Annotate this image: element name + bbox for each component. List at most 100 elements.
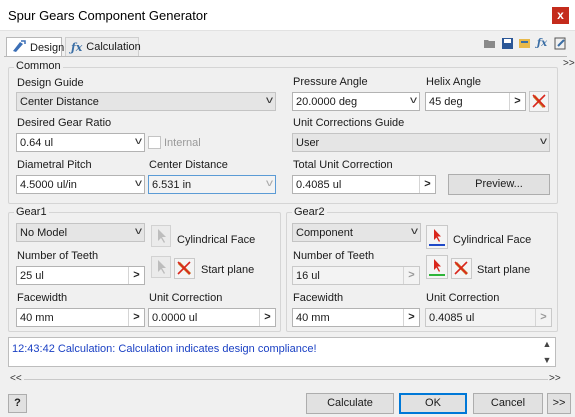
diametral-pitch-value: 4.5000 ul/in [20, 178, 77, 191]
gear1-cylindrical-face-label: Cylindrical Face [177, 234, 256, 246]
arrow-right-icon[interactable]: > [419, 176, 435, 193]
gear1-cylindrical-face-button[interactable] [151, 225, 171, 247]
total-unit-correction-field[interactable]: 0.4085 ul > [292, 175, 436, 194]
design-guide-label: Design Guide [17, 77, 84, 89]
diametral-pitch-field[interactable]: 4.5000 ul/in v [16, 175, 145, 194]
divider [24, 379, 548, 380]
unit-corrections-guide-label: Unit Corrections Guide [293, 117, 405, 129]
gear1-start-plane-select-button[interactable] [151, 256, 171, 278]
tab-design-label: Design [30, 41, 65, 54]
pressure-angle-label: Pressure Angle [293, 76, 368, 88]
options-icon[interactable] [517, 37, 531, 50]
fx-icon[interactable]: ƒx [535, 37, 549, 50]
arrow-right-icon[interactable]: > [128, 267, 144, 284]
help-button[interactable]: ? [8, 394, 27, 413]
calculate-button[interactable]: Calculate [306, 393, 394, 414]
total-unit-correction-value: 0.4085 ul [296, 178, 342, 191]
expand-right-arrow[interactable]: >> [563, 58, 575, 69]
gear1-number-of-teeth-value: 25 ul [20, 269, 44, 282]
gear2-cylindrical-face-button[interactable] [426, 225, 448, 249]
open-folder-icon[interactable] [483, 37, 497, 50]
gear2-number-of-teeth-label: Number of Teeth [293, 250, 375, 262]
center-distance-label: Center Distance [149, 159, 228, 171]
gear2-facewidth-value: 40 mm [296, 311, 330, 324]
arrow-right-icon[interactable]: > [403, 309, 419, 326]
pressure-angle-field[interactable]: 20.0000 deg v [292, 92, 420, 111]
gear1-start-plane-label: Start plane [201, 264, 255, 276]
gear-design-icon [12, 40, 26, 55]
status-message: 12:43:42 Calculation: Calculation indica… [8, 337, 556, 367]
arrow-right-icon[interactable]: > [509, 93, 525, 110]
gear2-facewidth-label: Facewidth [293, 292, 344, 304]
status-message-text: 12:43:42 Calculation: Calculation indica… [12, 343, 317, 355]
arrow-right-icon[interactable]: > [128, 309, 144, 326]
gear1-flip-button[interactable] [174, 258, 195, 279]
unit-corrections-guide-select[interactable]: User v [292, 133, 550, 152]
gear2-cylindrical-face-label: Cylindrical Face [453, 234, 532, 246]
cancel-button[interactable]: Cancel [473, 393, 543, 414]
gear2-model-select[interactable]: Component v [292, 223, 421, 242]
gear1-facewidth-value: 40 mm [20, 311, 54, 324]
gear1-number-of-teeth-field[interactable]: 25 ul > [16, 266, 145, 285]
gear1-facewidth-label: Facewidth [17, 292, 68, 304]
flip-icon [454, 261, 469, 276]
gear2-unit-correction-label: Unit Correction [426, 292, 500, 304]
chevron-down-icon: v [135, 226, 142, 237]
chevron-down-icon: v [410, 95, 417, 106]
edit-icon[interactable] [553, 37, 567, 50]
tab-calculation[interactable]: ƒx Calculation [65, 37, 141, 56]
window-title: Spur Gears Component Generator [8, 8, 208, 23]
desired-gear-ratio-value: 0.64 ul [20, 136, 54, 149]
ok-button[interactable]: OK [399, 393, 467, 414]
pressure-angle-value: 20.0000 deg [296, 95, 358, 108]
preview-button[interactable]: Preview... [448, 174, 550, 195]
gear2-start-plane-label: Start plane [477, 264, 531, 276]
gear1-unit-correction-field[interactable]: 0.0000 ul > [148, 308, 276, 327]
gear2-unit-correction-field[interactable]: 0.4085 ul > [425, 308, 552, 327]
helix-direction-icon [532, 94, 546, 109]
gear1-facewidth-field[interactable]: 40 mm > [16, 308, 145, 327]
select-arrow-icon [429, 259, 445, 276]
expand-icon[interactable]: >> [549, 373, 561, 384]
more-button[interactable]: >> [547, 393, 571, 414]
center-distance-field[interactable]: 6.531 in v [148, 175, 276, 194]
tab-panel-border [4, 56, 567, 57]
gear2-start-plane-select-button[interactable] [426, 255, 448, 279]
chevron-down-icon: v [135, 178, 142, 189]
helix-direction-button[interactable] [529, 91, 549, 112]
flip-icon [177, 261, 192, 276]
diametral-pitch-label: Diametral Pitch [17, 159, 92, 171]
fx-calculation-icon: ƒx [71, 40, 83, 54]
collapse-icon[interactable]: << [10, 373, 22, 384]
save-icon[interactable] [500, 37, 514, 50]
gear2-group-title: Gear2 [292, 206, 327, 218]
gear1-model-select[interactable]: No Model v [16, 223, 145, 242]
design-guide-select[interactable]: Center Distance v [16, 92, 276, 111]
gear1-group-title: Gear1 [14, 206, 49, 218]
desired-gear-ratio-label: Desired Gear Ratio [17, 117, 112, 129]
gear2-number-of-teeth-field[interactable]: 16 ul > [292, 266, 420, 285]
select-arrow-icon [429, 229, 445, 246]
close-button[interactable]: x [552, 7, 569, 24]
select-arrow-icon [158, 229, 166, 243]
center-distance-value: 6.531 in [152, 178, 192, 191]
helix-angle-field[interactable]: 45 deg > [425, 92, 526, 111]
title-bar: Spur Gears Component Generator x [0, 0, 575, 31]
helix-angle-value: 45 deg [429, 95, 463, 108]
chevron-down-icon: v [266, 95, 273, 106]
gear1-unit-correction-value: 0.0000 ul [152, 311, 198, 324]
arrow-right-icon[interactable]: > [259, 309, 275, 326]
gear2-number-of-teeth-value: 16 ul [296, 269, 320, 282]
status-scroll-down-icon[interactable]: ▼ [540, 355, 554, 365]
status-scroll-up-icon[interactable]: ▲ [540, 339, 554, 349]
gear2-unit-correction-value: 0.4085 ul [429, 311, 475, 324]
internal-checkbox[interactable] [148, 136, 161, 149]
gear2-facewidth-field[interactable]: 40 mm > [292, 308, 420, 327]
chevron-down-icon: v [266, 178, 273, 189]
common-group-title: Common [14, 60, 63, 72]
arrow-right-icon[interactable]: > [535, 309, 551, 326]
arrow-right-icon[interactable]: > [403, 267, 419, 284]
desired-gear-ratio-field[interactable]: 0.64 ul v [16, 133, 145, 152]
tab-design[interactable]: Design [6, 37, 65, 57]
gear2-flip-button[interactable] [451, 258, 472, 279]
